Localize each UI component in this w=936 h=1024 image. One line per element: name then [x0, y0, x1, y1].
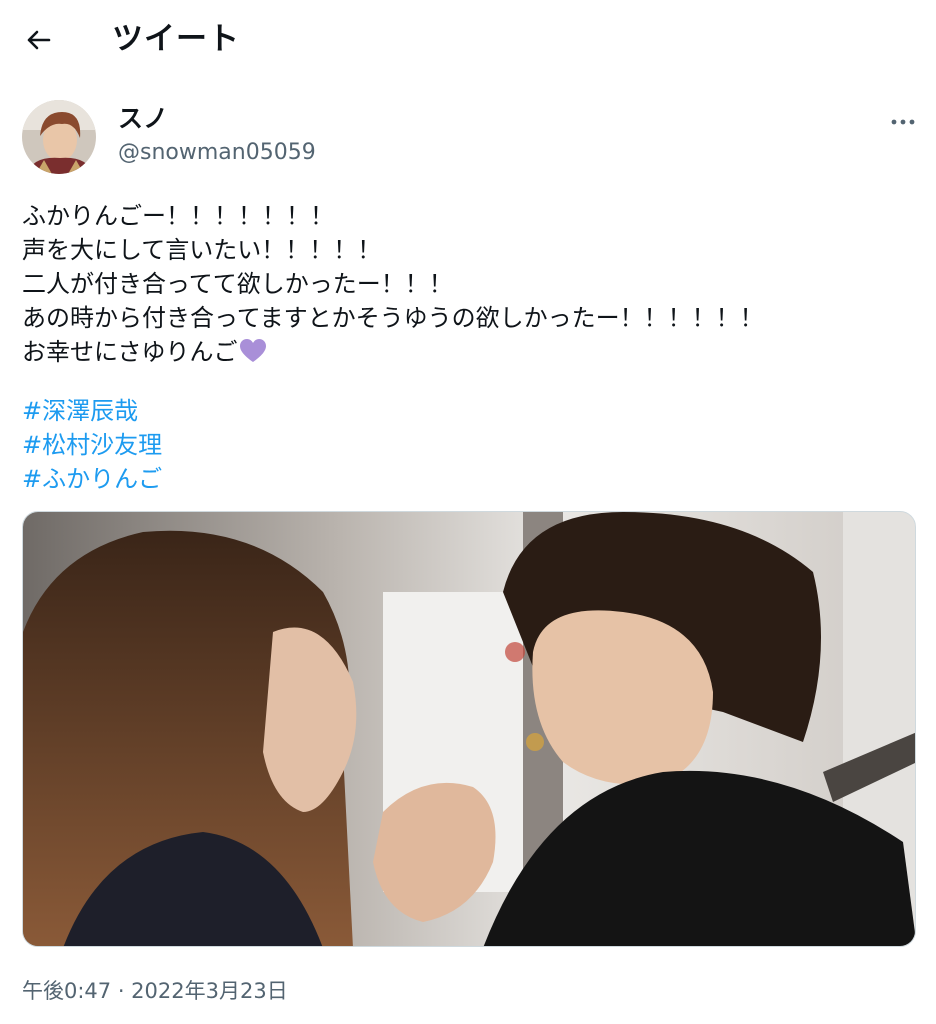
- tweet-timestamp: 午後0:47 · 2022年3月23日: [22, 979, 288, 1003]
- user-handle[interactable]: @snowman05059: [118, 138, 316, 168]
- more-dots-icon[interactable]: [888, 110, 918, 134]
- tweet-line-last: お幸せにさゆりんご: [22, 335, 922, 369]
- tweet-line: 声を大にして言いたい！！！！！: [22, 236, 382, 264]
- hashtag-list: #深澤辰哉 #松村沙友理 #ふかりんご: [22, 394, 162, 496]
- purple-heart-icon: [239, 339, 266, 362]
- hashtag-link[interactable]: #深澤辰哉: [22, 394, 162, 428]
- photo-image: [23, 512, 915, 946]
- tweet-photo[interactable]: [22, 511, 916, 947]
- arrow-left-icon[interactable]: [22, 24, 54, 56]
- tweet-line: 二人が付き合ってて欲しかったー！！！: [22, 270, 453, 298]
- tweet-line-text: お幸せにさゆりんご: [22, 338, 238, 366]
- page-title: ツイート: [112, 21, 240, 57]
- avatar-image: [22, 100, 96, 174]
- hashtag-link[interactable]: #松村沙友理: [22, 428, 162, 462]
- tweet-line: あの時から付き合ってますとかそうゆうの欲しかったー！！！！！！: [22, 304, 764, 332]
- avatar[interactable]: [22, 100, 96, 174]
- tweet-line: ふかりんごー！！！！！！！: [22, 202, 334, 230]
- hashtag-link[interactable]: #ふかりんご: [22, 462, 162, 496]
- tweet-header: ツイート: [0, 0, 936, 80]
- tweet-text: ふかりんごー！！！！！！！ 声を大にして言いたい！！！！！ 二人が付き合ってて欲…: [22, 199, 922, 369]
- display-name[interactable]: スノ: [118, 102, 168, 136]
